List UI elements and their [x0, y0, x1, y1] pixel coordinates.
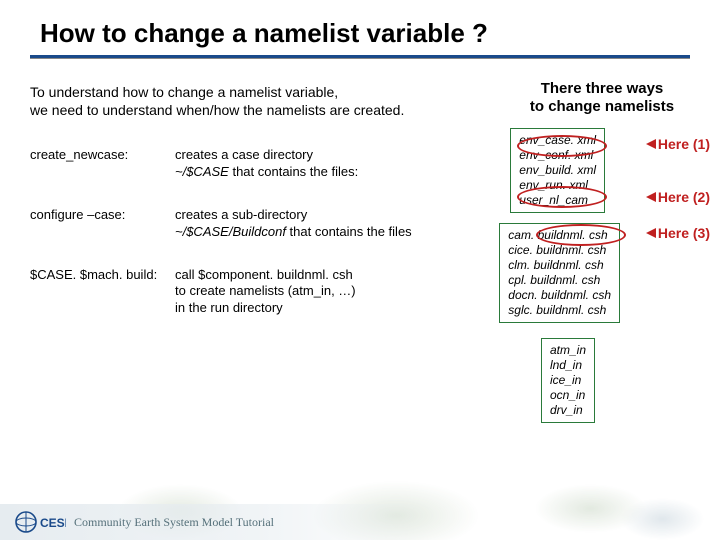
file-item: ocn_in — [550, 388, 586, 403]
here-label-2: Here (2) — [646, 189, 710, 205]
file-item: atm_in — [550, 343, 586, 358]
footer-text: Community Earth System Model Tutorial — [74, 515, 274, 530]
tagline-line1: There three ways — [541, 80, 664, 97]
highlight-circle-2 — [517, 186, 607, 208]
here-label-3: Here (3) — [646, 225, 710, 241]
step-desc: creates a case directory ~/$CASE that co… — [175, 147, 358, 181]
step-label: configure –case: — [30, 207, 175, 241]
highlight-circle-3 — [536, 224, 626, 246]
file-item: lnd_in — [550, 358, 586, 373]
title-underline — [30, 55, 690, 58]
file-item: docn. buildnml. csh — [508, 288, 611, 303]
step-desc-tail: that contains the files: — [229, 164, 358, 179]
step-desc-text: creates a sub-directory — [175, 207, 307, 222]
arrow-left-icon — [646, 192, 656, 202]
here-text: Here (2) — [658, 189, 710, 205]
here-text: Here (1) — [658, 136, 710, 152]
step-desc-tail: that contains the files — [286, 224, 412, 239]
here-text: Here (3) — [658, 225, 710, 241]
arrow-left-icon — [646, 228, 656, 238]
step-label: $CASE. $mach. build: — [30, 267, 175, 318]
step-desc: creates a sub-directory ~/$CASE/Buildcon… — [175, 207, 412, 241]
tagline: There three ways to change namelists — [502, 80, 702, 116]
file-item: ice_in — [550, 373, 586, 388]
slide-title: How to change a namelist variable ? — [0, 0, 720, 55]
highlight-circle-1 — [517, 135, 607, 157]
slide-content: There three ways to change namelists To … — [30, 68, 710, 343]
step-desc-line: to create namelists (atm_in, …) — [175, 283, 356, 298]
tagline-line2: to change namelists — [530, 98, 674, 115]
step-desc-text: creates a case directory — [175, 147, 313, 162]
step-label: create_newcase: — [30, 147, 175, 181]
here-label-1: Here (1) — [646, 136, 710, 152]
slide-footer: CESM Community Earth System Model Tutori… — [0, 504, 720, 540]
step-desc-line: in the run directory — [175, 300, 283, 315]
step-create-newcase: create_newcase: creates a case directory… — [30, 147, 710, 181]
svg-text:CESM: CESM — [40, 516, 66, 530]
step-desc-path: ~/$CASE — [175, 164, 229, 179]
cesm-logo-icon: CESM — [14, 510, 66, 534]
file-item: env_build. xml — [519, 163, 596, 178]
step-desc: call $component. buildnml. csh to create… — [175, 267, 356, 318]
arrow-left-icon — [646, 139, 656, 149]
file-item: cpl. buildnml. csh — [508, 273, 611, 288]
file-item: clm. buildnml. csh — [508, 258, 611, 273]
file-item: sglc. buildnml. csh — [508, 303, 611, 318]
file-item: drv_in — [550, 403, 586, 418]
step-desc-line: call $component. buildnml. csh — [175, 267, 353, 282]
step-desc-path: ~/$CASE/Buildconf — [175, 224, 286, 239]
filebox-namelist-files: atm_in lnd_in ice_in ocn_in drv_in — [541, 338, 595, 423]
